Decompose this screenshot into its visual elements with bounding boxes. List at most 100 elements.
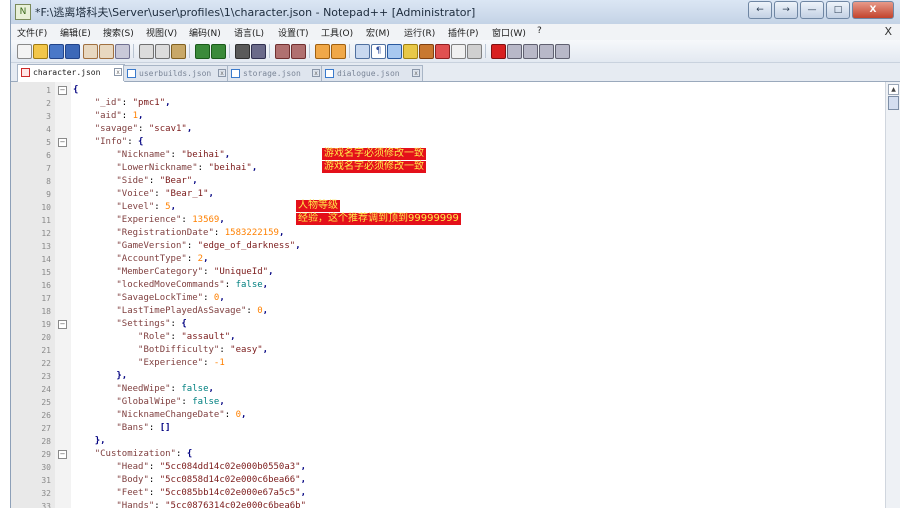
monitoring-icon[interactable]: [467, 44, 482, 59]
indent-guide-icon[interactable]: [387, 44, 402, 59]
folder-workspace-icon[interactable]: [451, 44, 466, 59]
code-line[interactable]: 18 "LastTimePlayedAsSavage": 0,: [11, 305, 877, 318]
menu-close-document[interactable]: X: [884, 25, 892, 38]
forward-button[interactable]: →: [774, 1, 798, 19]
paste-icon[interactable]: [171, 44, 186, 59]
close-all-icon[interactable]: [99, 44, 114, 59]
menu-file[interactable]: 文件(F): [17, 26, 47, 39]
code-line[interactable]: 14 "AccountType": 2,: [11, 253, 877, 266]
menu-help[interactable]: ?: [537, 26, 542, 36]
code-line[interactable]: 8 "Side": "Bear",: [11, 175, 877, 188]
redo-icon[interactable]: [211, 44, 226, 59]
maximize-button[interactable]: □: [826, 1, 850, 19]
code-line[interactable]: 32 "Feet": "5cc085bb14c02e000e67a5c5",: [11, 487, 877, 500]
cut-icon[interactable]: [139, 44, 154, 59]
code-line[interactable]: 28 },: [11, 435, 877, 448]
toolbar: ¶: [11, 40, 900, 63]
tab-close-icon[interactable]: x: [412, 69, 420, 77]
tab-dialogue-json[interactable]: dialogue.json x: [321, 65, 423, 81]
code-line[interactable]: 9 "Voice": "Bear_1",: [11, 188, 877, 201]
code-line[interactable]: 23 },: [11, 370, 877, 383]
fold-toggle-icon[interactable]: −: [58, 320, 67, 329]
code-line[interactable]: 16 "lockedMoveCommands": false,: [11, 279, 877, 292]
code-line[interactable]: 27 "Bans": []: [11, 422, 877, 435]
code-line[interactable]: 24 "NeedWipe": false,: [11, 383, 877, 396]
print-icon[interactable]: [115, 44, 130, 59]
menu-run[interactable]: 运行(R): [404, 26, 435, 39]
menu-tools[interactable]: 工具(O): [321, 26, 353, 39]
save-all-icon[interactable]: [65, 44, 80, 59]
menu-search[interactable]: 搜索(S): [103, 26, 134, 39]
fold-toggle-icon[interactable]: −: [58, 138, 67, 147]
code-line[interactable]: 17 "SavageLockTime": 0,: [11, 292, 877, 305]
code-line[interactable]: 20 "Role": "assault",: [11, 331, 877, 344]
user-language-icon[interactable]: [403, 44, 418, 59]
vertical-scrollbar[interactable]: ▲: [885, 82, 900, 508]
menu-language[interactable]: 语言(L): [234, 26, 264, 39]
run-macro-multiple-icon[interactable]: [539, 44, 554, 59]
function-list-icon[interactable]: [435, 44, 450, 59]
menu-view[interactable]: 视图(V): [146, 26, 177, 39]
fold-toggle-icon[interactable]: −: [58, 86, 67, 95]
scroll-up-arrow-icon[interactable]: ▲: [888, 84, 899, 95]
zoom-in-icon[interactable]: [275, 44, 290, 59]
undo-icon[interactable]: [195, 44, 210, 59]
toolbar-separator: [189, 44, 190, 58]
tab-storage-json[interactable]: storage.json x: [227, 65, 323, 81]
menu-window[interactable]: 窗口(W): [492, 26, 526, 39]
code-line[interactable]: 33 "Hands": "5cc0876314c02e000c6bea6b": [11, 500, 877, 508]
minimize-button[interactable]: —: [800, 1, 824, 19]
code-line[interactable]: 25 "GlobalWipe": false,: [11, 396, 877, 409]
sync-vertical-icon[interactable]: [315, 44, 330, 59]
title-bar[interactable]: N *F:\逃离塔科夫\Server\user\profiles\1\chara…: [11, 0, 900, 25]
stop-macro-icon[interactable]: [507, 44, 522, 59]
code-line[interactable]: 15 "MemberCategory": "UniqueId",: [11, 266, 877, 279]
menu-plugins[interactable]: 插件(P): [448, 26, 478, 39]
new-file-icon[interactable]: [17, 44, 32, 59]
find-icon[interactable]: [235, 44, 250, 59]
menu-edit[interactable]: 编辑(E): [60, 26, 91, 39]
code-line[interactable]: 3 "aid": 1,: [11, 110, 877, 123]
close-file-icon[interactable]: [83, 44, 98, 59]
code-editor[interactable]: 1−{2 "_id": "pmc1", 3 "aid": 1, 4 "savage"…: [11, 82, 900, 508]
fold-toggle-icon[interactable]: −: [58, 450, 67, 459]
record-macro-icon[interactable]: [491, 44, 506, 59]
code-line[interactable]: 31 "Body": "5cc0858d14c02e000c6bea66",: [11, 474, 877, 487]
tab-userbuilds-json[interactable]: userbuilds.json x: [123, 65, 229, 81]
save-macro-icon[interactable]: [555, 44, 570, 59]
code-line[interactable]: 29− "Customization": {: [11, 448, 877, 461]
tab-close-icon[interactable]: x: [312, 69, 320, 77]
scroll-thumb[interactable]: [888, 96, 899, 110]
copy-icon[interactable]: [155, 44, 170, 59]
code-line[interactable]: 30 "Head": "5cc084dd14c02e000b0550a3",: [11, 461, 877, 474]
code-line[interactable]: 12 "RegistrationDate": 1583222159,: [11, 227, 877, 240]
code-line[interactable]: 5− "Info": {: [11, 136, 877, 149]
word-wrap-icon[interactable]: [355, 44, 370, 59]
code-line[interactable]: 4 "savage": "scav1",: [11, 123, 877, 136]
doc-map-icon[interactable]: [419, 44, 434, 59]
code-line[interactable]: 26 "NicknameChangeDate": 0,: [11, 409, 877, 422]
menu-encoding[interactable]: 编码(N): [189, 26, 221, 39]
zoom-out-icon[interactable]: [291, 44, 306, 59]
replace-icon[interactable]: [251, 44, 266, 59]
code-line[interactable]: 19− "Settings": {: [11, 318, 877, 331]
code-line[interactable]: 7 "LowerNickname": "beihai",: [11, 162, 877, 175]
tab-close-icon[interactable]: x: [114, 68, 122, 76]
show-all-chars-icon[interactable]: ¶: [371, 44, 386, 59]
save-icon[interactable]: [49, 44, 64, 59]
code-line[interactable]: 6 "Nickname": "beihai",: [11, 149, 877, 162]
sync-horizontal-icon[interactable]: [331, 44, 346, 59]
menu-settings[interactable]: 设置(T): [278, 26, 309, 39]
open-folder-icon[interactable]: [33, 44, 48, 59]
tab-character-json[interactable]: character.json x: [17, 64, 125, 82]
code-line[interactable]: 1−{: [11, 84, 877, 97]
code-line[interactable]: 22 "Experience": -1: [11, 357, 877, 370]
menu-macro[interactable]: 宏(M): [366, 26, 390, 39]
tab-close-icon[interactable]: x: [218, 69, 226, 77]
close-button[interactable]: X: [852, 1, 894, 19]
code-line[interactable]: 13 "GameVersion": "edge_of_darkness",: [11, 240, 877, 253]
play-macro-icon[interactable]: [523, 44, 538, 59]
code-line[interactable]: 21 "BotDifficulty": "easy",: [11, 344, 877, 357]
back-button[interactable]: ←: [748, 1, 772, 19]
code-line[interactable]: 2 "_id": "pmc1",: [11, 97, 877, 110]
